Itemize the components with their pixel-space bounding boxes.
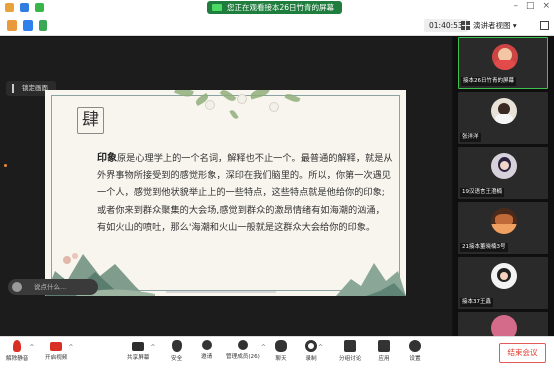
chevron-down-icon: ▾ <box>512 21 517 30</box>
chat-icon <box>275 340 287 352</box>
participant-name: 21接本董晓楠3号 <box>460 243 508 252</box>
microphone-muted-icon <box>13 340 22 352</box>
participant-tile[interactable]: 接本37王鑫 <box>458 257 548 309</box>
slide-body-rest: 原是心理学上的一个名词，解释也不止一个。最普通的解释，就是从外界事物所接受到的感… <box>97 153 393 233</box>
screen-share-icon <box>212 4 222 11</box>
screen-share-banner[interactable]: 您正在观看接本26日竹青的屏幕 <box>207 1 343 14</box>
meeting-status-icons <box>7 20 47 31</box>
apps-label: 应用 <box>378 356 390 362</box>
share-screen-button[interactable]: 共享屏幕 ^ <box>127 340 155 361</box>
chevron-up-icon[interactable]: ^ <box>318 344 323 351</box>
participant-name: 接本26日竹青的屏幕 <box>461 77 516 86</box>
slide-lead-word: 印象 <box>97 153 117 164</box>
shield-icon <box>171 340 182 352</box>
settings-button[interactable]: 设置 <box>409 340 421 362</box>
slide-body-text: 印象原是心理学上的一个名词，解释也不止一个。最普通的解释，就是从外界事物所接受到… <box>97 150 393 236</box>
participant-name: 接本37王鑫 <box>460 298 493 307</box>
participants-panel: 接本26日竹青的屏幕 张洋洋 19汉语言王澄楠 21接本董晓楠3号 接本37王鑫 <box>454 37 554 341</box>
participant-tile[interactable]: 接本26日竹青的屏幕 <box>458 37 548 89</box>
security-button[interactable]: 安全 <box>171 340 182 362</box>
record-label: 录制 <box>305 356 317 362</box>
settings-label: 设置 <box>409 356 421 362</box>
meeting-window: 您正在观看接本26日竹青的屏幕 – □ × 01:40:53 演讲者视图 ▾ 锁… <box>0 0 554 369</box>
pin-icon <box>12 84 17 93</box>
grid-view-icon[interactable] <box>461 21 470 30</box>
network-signal-icon[interactable] <box>39 20 47 31</box>
video-off-icon <box>50 342 63 351</box>
avatar <box>491 263 517 289</box>
chat-label: 聊天 <box>275 356 287 362</box>
share-screen-label: 共享屏幕 <box>127 355 150 361</box>
speaker-view-label: 演讲者视图 <box>473 21 511 30</box>
avatar <box>491 208 517 234</box>
user-avatar <box>12 282 22 292</box>
title-bar: 您正在观看接本26日竹青的屏幕 – □ × <box>0 0 554 16</box>
chevron-up-icon[interactable]: ^ <box>150 344 155 351</box>
slide-progress-bar <box>166 291 276 293</box>
record-button[interactable]: 录制 ^ <box>305 340 323 362</box>
manage-participants-button[interactable]: 管理成员(26) ^ <box>226 340 266 360</box>
info-icon[interactable] <box>5 3 14 12</box>
avatar <box>491 153 517 179</box>
presentation-slide: 肆 印象原是心理学上的一个名词，解释也不止一个。最普通的解释，就是从外界事物所接… <box>45 90 406 296</box>
invite-label: 邀请 <box>201 354 213 360</box>
chapter-number: 肆 <box>77 107 104 134</box>
close-icon[interactable]: × <box>542 1 550 11</box>
screen-share-banner-text: 您正在观看接本26日竹青的屏幕 <box>227 3 335 12</box>
apps-grid-icon <box>378 340 390 352</box>
encryption-shield-icon[interactable] <box>23 20 33 31</box>
chevron-up-icon[interactable]: ^ <box>261 344 266 351</box>
title-bar-icons <box>5 3 44 12</box>
record-icon <box>305 340 317 352</box>
participant-tile[interactable]: 张洋洋 <box>458 92 548 144</box>
start-video-button[interactable]: 开启视频 ^ <box>45 340 73 361</box>
apps-button[interactable]: 应用 <box>378 340 390 362</box>
avatar <box>491 98 517 124</box>
participant-tile[interactable] <box>458 312 548 341</box>
start-video-label: 开启视频 <box>45 355 68 361</box>
meeting-toolbar: 解除静音 ^ 开启视频 ^ 共享屏幕 ^ 安全 邀请 管理成员(26) ^ 聊天… <box>0 336 554 369</box>
invite-user-icon <box>201 340 212 350</box>
unmute-label: 解除静音 <box>6 356 29 362</box>
unmute-button[interactable]: 解除静音 ^ <box>6 340 34 362</box>
chevron-up-icon[interactable]: ^ <box>68 344 73 351</box>
participant-name: 张洋洋 <box>460 133 481 142</box>
chat-button[interactable]: 聊天 <box>275 340 287 362</box>
breakout-rooms-label: 分组讨论 <box>339 356 362 362</box>
meeting-info-icon[interactable] <box>7 20 17 31</box>
meeting-info-bar: 01:40:53 演讲者视图 ▾ <box>0 16 554 36</box>
minimize-icon[interactable]: – <box>513 1 518 11</box>
signal-icon[interactable] <box>35 3 44 12</box>
chat-input-placeholder: 说点什么... <box>34 283 67 291</box>
participant-name: 19汉语言王澄楠 <box>460 188 504 197</box>
shared-screen-area: 锁定画面 肆 印象原是心理学上的一个名词，解释也不止一个。最普通的解释，就是从外… <box>0 37 452 336</box>
fullscreen-icon[interactable] <box>540 21 549 30</box>
chevron-up-icon[interactable]: ^ <box>29 344 34 351</box>
manage-participants-label: 管理成员(26) <box>226 354 260 360</box>
participants-icon <box>237 340 248 350</box>
mountain-illustration-right <box>336 263 406 296</box>
end-meeting-button[interactable]: 结束会议 <box>499 343 546 363</box>
shield-icon[interactable] <box>20 3 29 12</box>
breakout-rooms-icon <box>344 340 357 352</box>
participant-tile[interactable]: 21接本董晓楠3号 <box>458 202 548 254</box>
speaker-view-button[interactable]: 演讲者视图 ▾ <box>473 19 517 32</box>
share-screen-icon <box>132 342 145 351</box>
window-controls: – □ × <box>513 1 550 11</box>
security-label: 安全 <box>171 356 183 362</box>
avatar <box>492 44 518 70</box>
breakout-rooms-button[interactable]: 分组讨论 <box>339 340 361 362</box>
chat-input[interactable]: 说点什么... <box>8 279 98 295</box>
annotation-dot <box>4 164 7 167</box>
gear-icon <box>409 340 421 352</box>
maximize-icon[interactable]: □ <box>526 1 535 11</box>
participant-tile[interactable]: 19汉语言王澄楠 <box>458 147 548 199</box>
invite-button[interactable]: 邀请 <box>201 340 212 360</box>
